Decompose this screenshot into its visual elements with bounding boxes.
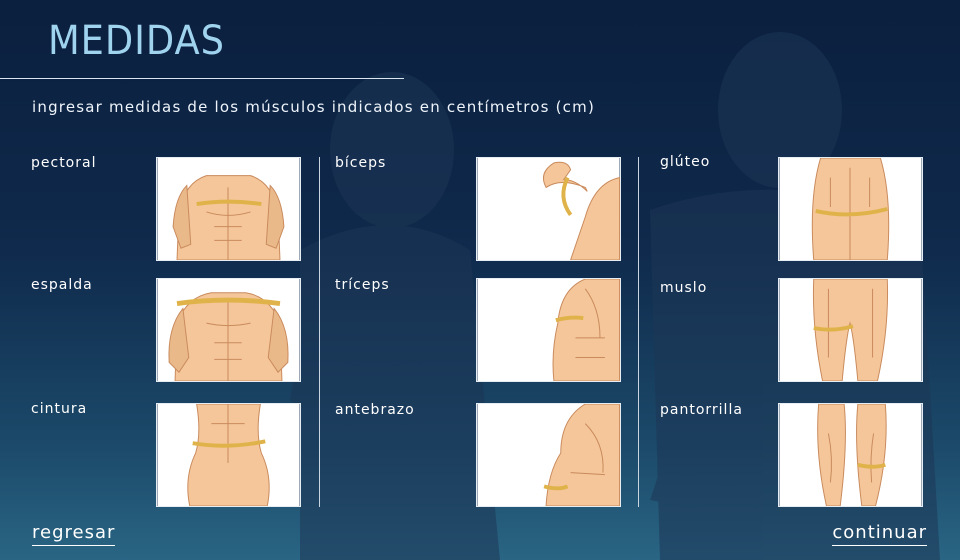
gluteo-thumbnail[interactable] [778,157,923,261]
column-divider [638,157,639,507]
antebrazo-thumbnail[interactable] [476,403,621,507]
triceps-tape-illustration [477,279,620,381]
thigh-tape-illustration [779,279,922,381]
instructions-text: ingresar medidas de los músculos indicad… [32,98,595,116]
calf-tape-illustration [779,404,922,506]
pantorrilla-thumbnail[interactable] [778,403,923,507]
pectoral-thumbnail[interactable] [156,157,301,261]
biceps-tape-illustration [477,158,620,260]
muscle-label-muslo: muslo [660,280,708,296]
page-title: MEDIDAS [48,18,225,64]
espalda-thumbnail[interactable] [156,278,301,382]
muscle-label-biceps: bíceps [335,155,387,171]
muscle-label-gluteo: glúteo [660,154,711,170]
forearm-tape-illustration [477,404,620,506]
muscle-label-espalda: espalda [31,277,93,293]
cintura-thumbnail[interactable] [156,403,301,507]
muscle-label-triceps: tríceps [335,277,390,293]
biceps-thumbnail[interactable] [476,157,621,261]
muscle-label-antebrazo: antebrazo [335,402,415,418]
back-tape-illustration [157,279,300,381]
back-button[interactable]: regresar [32,522,116,546]
muscle-label-cintura: cintura [31,401,88,417]
chest-tape-illustration [157,158,300,260]
column-divider [319,157,320,507]
continue-button[interactable]: continuar [832,522,927,546]
triceps-thumbnail[interactable] [476,278,621,382]
muslo-thumbnail[interactable] [778,278,923,382]
title-divider [0,78,404,79]
muscle-label-pantorrilla: pantorrilla [660,402,743,418]
glute-tape-illustration [779,158,922,260]
muscle-label-pectoral: pectoral [31,155,97,171]
waist-tape-illustration [157,404,300,506]
